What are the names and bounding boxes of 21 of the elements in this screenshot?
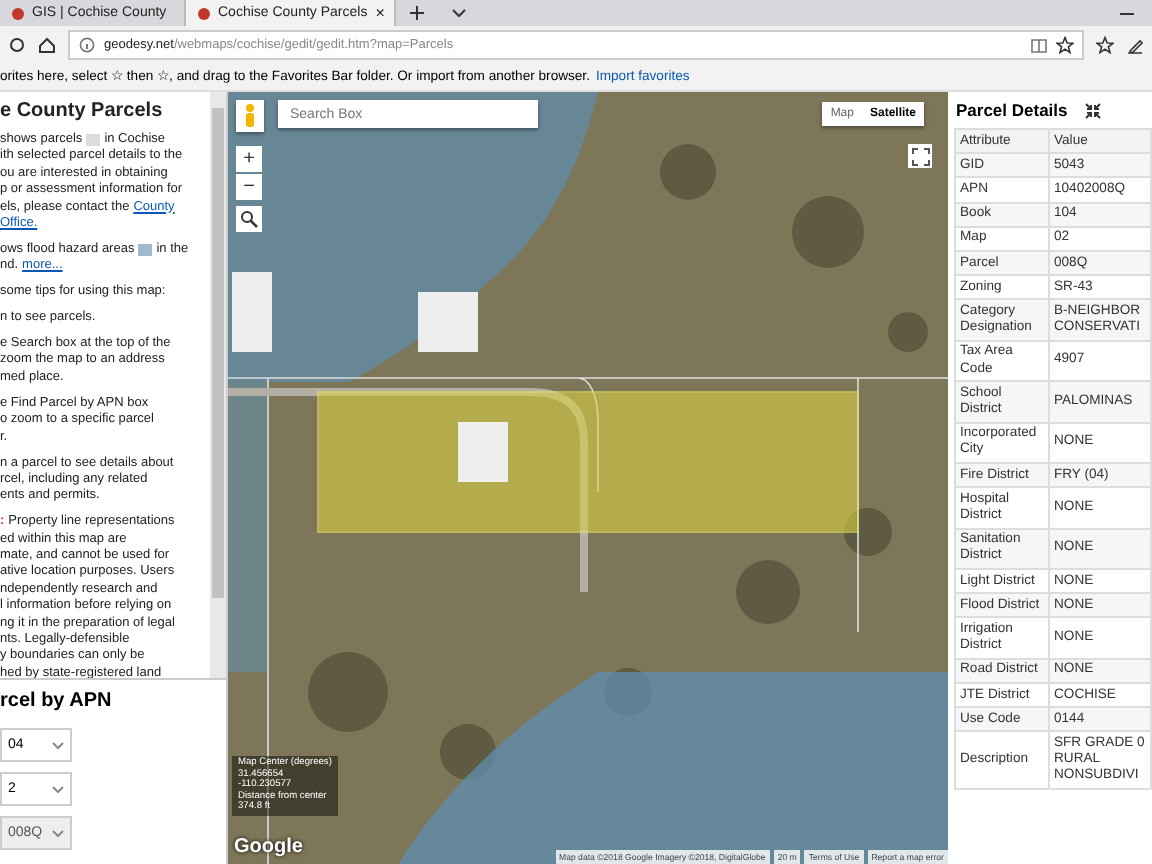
info-icon bbox=[78, 35, 96, 53]
favorites-icon[interactable] bbox=[1096, 35, 1114, 53]
zoom-button[interactable]: + bbox=[236, 146, 262, 172]
new-tab-icon[interactable] bbox=[408, 4, 426, 22]
panel-title: Parcel Details bbox=[956, 100, 1068, 120]
fullscreen-icon[interactable] bbox=[908, 144, 932, 168]
favorite-star-icon[interactable] bbox=[1056, 35, 1074, 53]
panel-title: e County Parcels bbox=[0, 98, 165, 124]
chevron-down-icon bbox=[52, 741, 64, 749]
close-tab-button[interactable]: × bbox=[375, 4, 385, 22]
scrollbar[interactable] bbox=[210, 92, 226, 678]
chevron-down-icon bbox=[52, 785, 64, 793]
reading-view-icon[interactable] bbox=[1030, 35, 1048, 53]
home-icon[interactable] bbox=[38, 35, 56, 53]
section-title: rcel by APN bbox=[0, 688, 114, 714]
zoom-button[interactable]: − bbox=[236, 174, 262, 200]
collapse-icon[interactable] bbox=[1083, 101, 1102, 119]
chevron-down-icon[interactable] bbox=[450, 4, 468, 22]
pen-icon[interactable] bbox=[1126, 35, 1144, 53]
search-icon[interactable] bbox=[236, 206, 262, 232]
chevron-down-icon bbox=[52, 829, 64, 837]
